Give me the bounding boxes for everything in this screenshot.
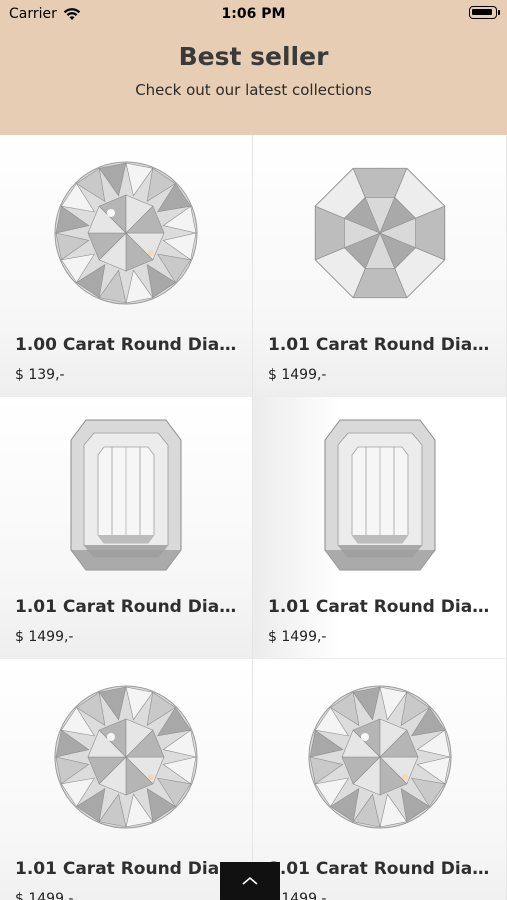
product-grid: 1.00 Carat Round Diamond $ 139,- 1.01 Ca… bbox=[0, 135, 507, 900]
round-diamond-icon bbox=[308, 685, 451, 829]
page-title: Best seller bbox=[178, 42, 329, 71]
product-image bbox=[0, 405, 252, 585]
product-name: 1.01 Carat Round Diamond bbox=[268, 335, 493, 355]
product-price: $ 139,- bbox=[15, 367, 65, 383]
product-card[interactable]: 1.01 Carat Round Diamond $ 1499,- bbox=[253, 397, 507, 659]
product-image bbox=[253, 667, 506, 847]
product-image bbox=[0, 143, 252, 323]
product-name: 1.01 Carat Round Diamond bbox=[15, 859, 240, 879]
product-price: $ 1499,- bbox=[268, 367, 327, 383]
chevron-up-icon bbox=[242, 876, 258, 885]
round-diamond-icon bbox=[54, 685, 198, 829]
product-card[interactable]: 1.01 Carat Round Diamond $ 1499,- bbox=[0, 397, 253, 659]
product-card[interactable]: 1.00 Carat Round Diamond $ 139,- bbox=[0, 135, 253, 397]
round-diamond-icon bbox=[54, 161, 198, 305]
battery-icon bbox=[469, 6, 500, 19]
product-price: $ 1499,- bbox=[15, 629, 74, 645]
product-card[interactable]: 1.01 Carat Round Diamond $ 1499,- bbox=[253, 659, 507, 900]
product-image bbox=[0, 667, 252, 847]
status-bar: Carrier 1:06 PM bbox=[0, 0, 507, 28]
octagon-diamond-icon bbox=[314, 167, 445, 299]
product-price: $ 1499,- bbox=[15, 891, 74, 900]
header: Best seller Check out our latest collect… bbox=[0, 28, 507, 135]
page-subtitle: Check out our latest collections bbox=[135, 81, 372, 99]
emerald-cut-diamond-icon bbox=[324, 419, 435, 571]
product-card[interactable]: 1.01 Carat Round Diamond $ 1499,- bbox=[0, 659, 253, 900]
product-price: $ 1499,- bbox=[268, 629, 327, 645]
scroll-to-top-button[interactable] bbox=[220, 862, 280, 900]
product-image bbox=[253, 405, 506, 585]
product-name: 1.01 Carat Round Diamond bbox=[268, 859, 493, 879]
product-name: 1.01 Carat Round Diamond bbox=[268, 597, 493, 617]
product-image bbox=[253, 143, 506, 323]
product-name: 1.01 Carat Round Diamond bbox=[15, 597, 240, 617]
status-time: 1:06 PM bbox=[221, 6, 286, 22]
product-card[interactable]: 1.01 Carat Round Diamond $ 1499,- bbox=[253, 135, 507, 397]
emerald-cut-diamond-icon bbox=[70, 419, 182, 571]
product-name: 1.00 Carat Round Diamond bbox=[15, 335, 240, 355]
